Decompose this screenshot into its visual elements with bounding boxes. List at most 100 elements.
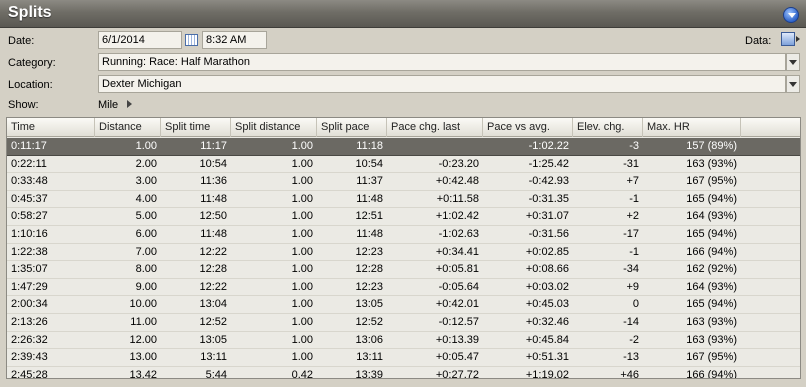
cell-distance: 3.00: [135, 175, 157, 188]
cell-elev-chg: +2: [626, 210, 639, 223]
column-header-split-time[interactable]: Split time: [161, 118, 231, 137]
cell-split-pace: 13:05: [355, 298, 383, 311]
table-row[interactable]: 2:26:32 12.00 13:05 1.00 13:06 +0:13.39 +0:45.…: [7, 332, 800, 350]
table-row[interactable]: 0:45:37 4.00 11:48 1.00 11:48 +0:11.58 -0:31.3…: [7, 191, 800, 209]
category-dropdown-icon[interactable]: [786, 53, 800, 71]
table-row[interactable]: 1:10:16 6.00 11:48 1.00 11:48 -1:02.63 -0:31.5…: [7, 226, 800, 244]
cell-split-distance: 1.00: [291, 175, 313, 188]
cell-pace-chg-last: +0:34.41: [435, 245, 479, 258]
cell-time: 2:26:32: [11, 333, 48, 346]
date-label: Date:: [8, 35, 35, 47]
column-header-split-pace[interactable]: Split pace: [317, 118, 387, 137]
cell-distance: 13.00: [129, 351, 157, 364]
cell-pace-chg-last: -0:05.64: [438, 280, 479, 293]
cell-split-time: 12:52: [199, 316, 227, 328]
cell-split-pace: 12:23: [355, 280, 383, 293]
cell-split-time: 13:05: [199, 333, 227, 346]
cell-max-hr: 167 (95%): [686, 175, 737, 188]
cell-pace-chg-last: +0:05.81: [435, 263, 479, 276]
cell-pace-vs-avg: +0:03.02: [525, 280, 569, 293]
cell-split-distance: 1.00: [291, 316, 313, 328]
cell-elev-chg: -34: [623, 263, 639, 276]
cell-pace-chg-last: -0:23.20: [438, 157, 479, 170]
cell-time: 2:00:34: [11, 298, 48, 311]
column-header-pace-vs-avg[interactable]: Pace vs avg.: [483, 118, 573, 137]
collapse-icon[interactable]: [783, 7, 799, 23]
cell-max-hr: 165 (94%): [686, 228, 737, 240]
show-menu-arrow-icon[interactable]: [127, 100, 132, 108]
table-row[interactable]: 0:11:17 1.00 11:17 1.00 11:18 -1:02.22 -3 157 (…: [7, 138, 800, 156]
column-header-max-hr[interactable]: Max. HR: [643, 118, 741, 137]
table-row[interactable]: 1:47:29 9.00 12:22 1.00 12:23 -0:05.64 +0:03.0…: [7, 279, 800, 297]
cell-max-hr: 164 (93%): [686, 280, 737, 293]
cell-max-hr: 166 (94%): [686, 368, 737, 379]
cell-distance: 12.00: [129, 333, 157, 346]
table-row[interactable]: 0:22:11 2.00 10:54 1.00 10:54 -0:23.20 -1:25.4…: [7, 156, 800, 174]
table-row[interactable]: 2:39:43 13.00 13:11 1.00 13:11 +0:05.47 +0:51.…: [7, 349, 800, 367]
cell-pace-chg-last: +0:27.72: [435, 368, 479, 379]
time-field[interactable]: 8:32 AM: [202, 31, 267, 49]
cell-split-pace: 12:23: [355, 245, 383, 258]
cell-time: 2:39:43: [11, 351, 48, 364]
panel-header: Splits: [0, 0, 806, 28]
category-combo[interactable]: Running: Race: Half Marathon: [98, 53, 786, 71]
column-header-time[interactable]: Time: [7, 118, 95, 137]
cell-time: 0:22:11: [11, 157, 47, 170]
location-label: Location:: [8, 79, 53, 91]
cell-distance: 8.00: [135, 263, 157, 276]
cell-pace-vs-avg: +0:45.84: [525, 333, 569, 346]
cell-max-hr: 157 (89%): [686, 140, 737, 152]
cell-elev-chg: +7: [626, 175, 639, 188]
location-combo[interactable]: Dexter Michigan: [98, 75, 786, 93]
cell-split-time: 13:11: [200, 351, 227, 364]
cell-elev-chg: -2: [629, 333, 639, 346]
table-row[interactable]: 0:58:27 5.00 12:50 1.00 12:51 +1:02.42 +0:31.0…: [7, 208, 800, 226]
cell-elev-chg: +9: [626, 280, 639, 293]
column-header-split-distance[interactable]: Split distance: [231, 118, 317, 137]
show-unit-selector[interactable]: Mile: [98, 99, 118, 111]
cell-pace-vs-avg: -1:02.22: [528, 140, 569, 152]
cell-pace-chg-last: +1:02.42: [435, 210, 479, 223]
cell-pace-chg-last: -1:02.63: [438, 228, 479, 240]
cell-elev-chg: -1: [629, 245, 639, 258]
panel-title: Splits: [8, 4, 52, 21]
category-label: Category:: [8, 57, 56, 69]
table-row[interactable]: 1:22:38 7.00 12:22 1.00 12:23 +0:34.41 +0:02.8…: [7, 244, 800, 262]
cell-split-time: 11:36: [200, 175, 227, 188]
cell-pace-chg-last: +0:05.47: [435, 351, 479, 364]
cell-split-distance: 1.00: [291, 280, 313, 293]
cell-split-distance: 1.00: [291, 333, 313, 346]
table-row[interactable]: 1:35:07 8.00 12:28 1.00 12:28 +0:05.81 +0:08.6…: [7, 261, 800, 279]
cell-pace-vs-avg: +0:45.03: [525, 298, 569, 311]
calendar-icon[interactable]: [183, 31, 199, 49]
cell-max-hr: 163 (93%): [686, 333, 737, 346]
table-row[interactable]: 2:13:26 11.00 12:52 1.00 12:52 -0:12.57 +0:32.…: [7, 314, 800, 332]
date-field[interactable]: 6/1/2014: [98, 31, 182, 49]
location-dropdown-icon[interactable]: [786, 75, 800, 93]
cell-split-pace: 13:06: [355, 333, 383, 346]
column-header-distance[interactable]: Distance: [95, 118, 161, 137]
table-row[interactable]: 0:33:48 3.00 11:36 1.00 11:37 +0:42.48 -0:42.9…: [7, 173, 800, 191]
table-row[interactable]: 2:45:28 13.42 5:44 0.42 13:39 +0:27.72 +1:19.0…: [7, 367, 800, 379]
show-label: Show:: [8, 99, 39, 111]
cell-split-time: 12:50: [199, 210, 227, 223]
cell-pace-vs-avg: -0:42.93: [528, 175, 569, 188]
data-icon[interactable]: [781, 32, 795, 46]
cell-pace-chg-last: -0:12.57: [438, 316, 479, 328]
column-header-elev-chg[interactable]: Elev. chg.: [573, 118, 643, 137]
cell-time: 1:22:38: [11, 245, 48, 258]
table-row[interactable]: 2:00:34 10.00 13:04 1.00 13:05 +0:42.01 +0:45.…: [7, 296, 800, 314]
cell-elev-chg: -13: [623, 351, 639, 364]
cell-split-distance: 1.00: [291, 245, 313, 258]
column-header-pace-chg-last[interactable]: Pace chg. last: [387, 118, 483, 137]
cell-split-distance: 1.00: [291, 140, 313, 152]
data-menu-arrow-icon[interactable]: [796, 36, 800, 42]
cell-distance: 6.00: [135, 228, 157, 240]
cell-split-time: 12:22: [199, 245, 227, 258]
cell-max-hr: 162 (92%): [686, 263, 737, 276]
cell-split-distance: 1.00: [291, 351, 313, 364]
splits-table[interactable]: Time Distance Split time Split distance Spli…: [6, 117, 801, 379]
table-header: Time Distance Split time Split distance Spli…: [7, 118, 800, 137]
cell-pace-vs-avg: -0:31.56: [528, 228, 569, 240]
data-label: Data:: [745, 35, 772, 47]
